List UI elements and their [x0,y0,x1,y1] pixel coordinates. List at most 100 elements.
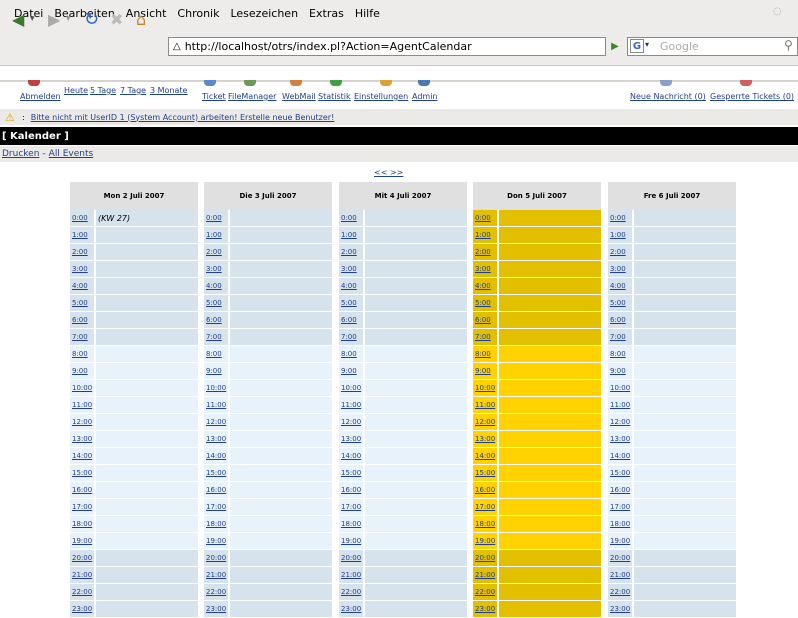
event-cell[interactable] [634,550,736,566]
event-cell[interactable] [499,261,601,277]
event-cell[interactable] [365,584,467,600]
event-cell[interactable] [499,363,601,379]
hour-link[interactable]: 13:00 [608,431,632,447]
hour-link[interactable]: 18:00 [339,516,363,532]
hour-link[interactable]: 7:00 [70,329,94,345]
hour-link[interactable]: 10:00 [204,380,228,396]
hour-link[interactable]: 19:00 [608,533,632,549]
hour-link[interactable]: 3:00 [473,261,497,277]
filemanager-link[interactable]: FileManager [228,92,276,101]
admin-link[interactable]: Admin [412,92,438,101]
hour-link[interactable]: 6:00 [204,312,228,328]
hour-link[interactable]: 0:00 [608,210,632,226]
statistik-link[interactable]: Statistik [318,92,351,101]
hour-link[interactable]: 6:00 [608,312,632,328]
hour-link[interactable]: 0:00 [70,210,94,226]
event-cell[interactable] [365,329,467,345]
event-cell[interactable] [634,601,736,617]
hour-link[interactable]: 0:00 [473,210,497,226]
event-cell[interactable] [230,516,332,532]
hour-link[interactable]: 19:00 [473,533,497,549]
hour-link[interactable]: 13:00 [339,431,363,447]
hour-link[interactable]: 15:00 [473,465,497,481]
event-cell[interactable] [230,329,332,345]
hour-link[interactable]: 0:00 [339,210,363,226]
hour-link[interactable]: 20:00 [204,550,228,566]
event-cell[interactable] [365,278,467,294]
hour-link[interactable]: 9:00 [339,363,363,379]
hour-link[interactable]: 21:00 [204,567,228,583]
event-cell[interactable] [96,414,198,430]
hour-link[interactable]: 13:00 [70,431,94,447]
hour-link[interactable]: 17:00 [204,499,228,515]
hour-link[interactable]: 16:00 [608,482,632,498]
event-cell[interactable] [365,550,467,566]
event-cell[interactable] [96,601,198,617]
print-link[interactable]: Drucken [2,149,39,159]
event-cell[interactable] [634,414,736,430]
event-cell[interactable] [634,465,736,481]
event-cell[interactable] [499,414,601,430]
ticket-link[interactable]: Ticket [202,92,226,101]
hour-link[interactable]: 22:00 [473,584,497,600]
hour-link[interactable]: 22:00 [608,584,632,600]
event-cell[interactable] [634,499,736,515]
event-cell[interactable] [230,312,332,328]
hour-link[interactable]: 17:00 [608,499,632,515]
event-cell[interactable] [96,295,198,311]
hour-link[interactable]: 14:00 [608,448,632,464]
event-cell[interactable] [499,380,601,396]
event-cell[interactable] [499,516,601,532]
event-cell[interactable] [634,397,736,413]
event-cell[interactable] [96,312,198,328]
event-cell[interactable] [96,499,198,515]
event-cell[interactable] [96,397,198,413]
event-cell[interactable] [96,363,198,379]
event-cell[interactable] [230,210,332,226]
event-cell[interactable] [499,550,601,566]
logout-link[interactable]: Abmelden [20,92,61,101]
event-cell[interactable] [230,482,332,498]
event-cell[interactable] [96,227,198,243]
hour-link[interactable]: 13:00 [204,431,228,447]
event-cell[interactable] [365,601,467,617]
hour-link[interactable]: 2:00 [204,244,228,260]
hour-link[interactable]: 18:00 [204,516,228,532]
event-cell[interactable] [365,244,467,260]
event-cell[interactable] [365,261,467,277]
hour-link[interactable]: 18:00 [70,516,94,532]
hour-link[interactable]: 9:00 [204,363,228,379]
hour-link[interactable]: 12:00 [608,414,632,430]
event-cell[interactable] [634,448,736,464]
event-cell[interactable] [230,244,332,260]
hour-link[interactable]: 14:00 [473,448,497,464]
event-cell[interactable] [499,533,601,549]
hour-link[interactable]: 6:00 [473,312,497,328]
hour-link[interactable]: 21:00 [608,567,632,583]
event-cell[interactable] [96,380,198,396]
hour-link[interactable]: 16:00 [204,482,228,498]
hour-link[interactable]: 5:00 [608,295,632,311]
hour-link[interactable]: 20:00 [608,550,632,566]
hour-link[interactable]: 14:00 [204,448,228,464]
hour-link[interactable]: 14:00 [339,448,363,464]
event-cell[interactable] [230,227,332,243]
event-cell[interactable] [230,601,332,617]
event-cell[interactable] [230,567,332,583]
event-cell[interactable] [499,567,601,583]
event-cell[interactable] [499,295,601,311]
hour-link[interactable]: 8:00 [70,346,94,362]
hour-link[interactable]: 10:00 [339,380,363,396]
event-cell[interactable] [96,533,198,549]
event-cell[interactable] [365,516,467,532]
reload-icon[interactable]: ↻ [84,8,99,30]
event-cell[interactable] [634,482,736,498]
back-arrow-icon[interactable]: ◀ [12,8,24,30]
event-cell[interactable] [634,567,736,583]
event-cell[interactable] [96,482,198,498]
event-cell[interactable] [499,227,601,243]
hour-link[interactable]: 18:00 [608,516,632,532]
event-cell[interactable] [96,567,198,583]
event-cell[interactable] [96,346,198,362]
event-cell[interactable] [634,278,736,294]
